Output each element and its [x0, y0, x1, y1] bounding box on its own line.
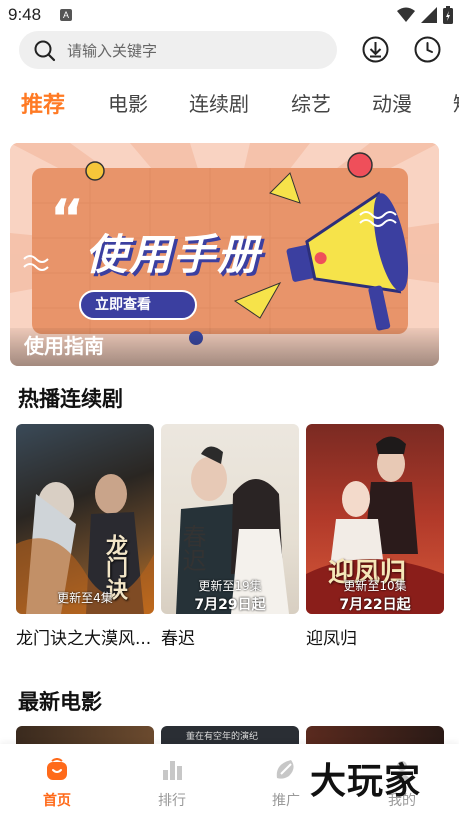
series-card[interactable]: 迎凤归 更新至10集 7月22日起 迎凤归 — [306, 424, 444, 649]
poster-art — [16, 474, 154, 614]
nav-ranking[interactable]: 排行 — [142, 758, 202, 810]
search-input[interactable]: 请输入关键字 — [67, 40, 157, 61]
search-icon — [34, 40, 56, 62]
wifi-icon — [397, 7, 415, 22]
home-icon — [47, 758, 67, 780]
section-title-hot-series: 热播连续剧 — [18, 387, 123, 411]
promote-icon — [276, 760, 294, 779]
series-card[interactable]: 春迟 更新至19集 7月29日起 春迟 — [161, 424, 299, 649]
search-bar[interactable]: 请输入关键字 — [19, 31, 337, 69]
banner-view-button[interactable]: 立即查看 — [95, 294, 151, 314]
ranking-icon — [163, 761, 182, 780]
nav-promote[interactable]: 推广 — [256, 758, 316, 810]
nav-ranking-label: 排行 — [158, 793, 186, 809]
watermark-logo: 大玩家 — [310, 760, 422, 802]
tab-recommend[interactable]: 推荐 — [21, 88, 65, 119]
series-poster[interactable]: 龙门诀 更新至4集 — [16, 424, 154, 614]
section-title-latest-movies: 最新电影 — [18, 690, 102, 714]
air-date: 7月29日起 — [194, 597, 266, 613]
nav-home[interactable]: 首页 — [27, 758, 87, 810]
banner-caption: 使用指南 — [24, 334, 104, 358]
download-icon[interactable] — [362, 36, 389, 63]
signal-icon — [421, 7, 437, 23]
system-icons — [397, 6, 453, 24]
movie-poster-text: 董在有空年的演纪 — [186, 732, 259, 742]
series-poster[interactable]: 迎凤归 更新至10集 7月22日起 — [306, 424, 444, 614]
status-time: 9:48 — [8, 5, 42, 24]
tab-movie[interactable]: 电影 — [108, 88, 148, 117]
status-bar: 9:48 A — [0, 0, 459, 32]
history-clock-icon[interactable] — [414, 36, 441, 63]
nav-promote-label: 推广 — [272, 793, 300, 809]
tab-variety[interactable]: 综艺 — [291, 88, 331, 117]
series-card[interactable]: 龙门诀 更新至4集 龙门诀之大漠风... — [16, 424, 154, 649]
update-badge: 更新至10集 — [343, 579, 407, 593]
tab-anime[interactable]: 动漫 — [372, 88, 412, 117]
air-date: 7月22日起 — [339, 597, 411, 613]
tab-series[interactable]: 连续剧 — [189, 88, 249, 117]
category-tabs: 推荐 电影 连续剧 综艺 动漫 短 — [0, 88, 459, 124]
update-badge: 更新至4集 — [57, 591, 113, 605]
update-badge: 更新至19集 — [198, 579, 262, 593]
notification-icon: A — [60, 9, 72, 21]
series-name: 迎凤归 — [306, 629, 357, 649]
tab-short[interactable]: 短 — [453, 88, 459, 117]
poster-title: 春迟 — [178, 524, 206, 572]
banner-carousel[interactable]: “ 使用手册 立即查看 使用指南 — [10, 143, 439, 366]
series-poster[interactable]: 春迟 更新至19集 7月29日起 — [161, 424, 299, 614]
nav-home-label: 首页 — [43, 793, 71, 809]
series-name: 春迟 — [161, 629, 195, 649]
banner-headline: 使用手册 — [85, 230, 262, 279]
series-name: 龙门诀之大漠风... — [16, 629, 152, 649]
banner-quote-mark: “ — [50, 189, 85, 249]
battery-icon — [443, 6, 453, 24]
